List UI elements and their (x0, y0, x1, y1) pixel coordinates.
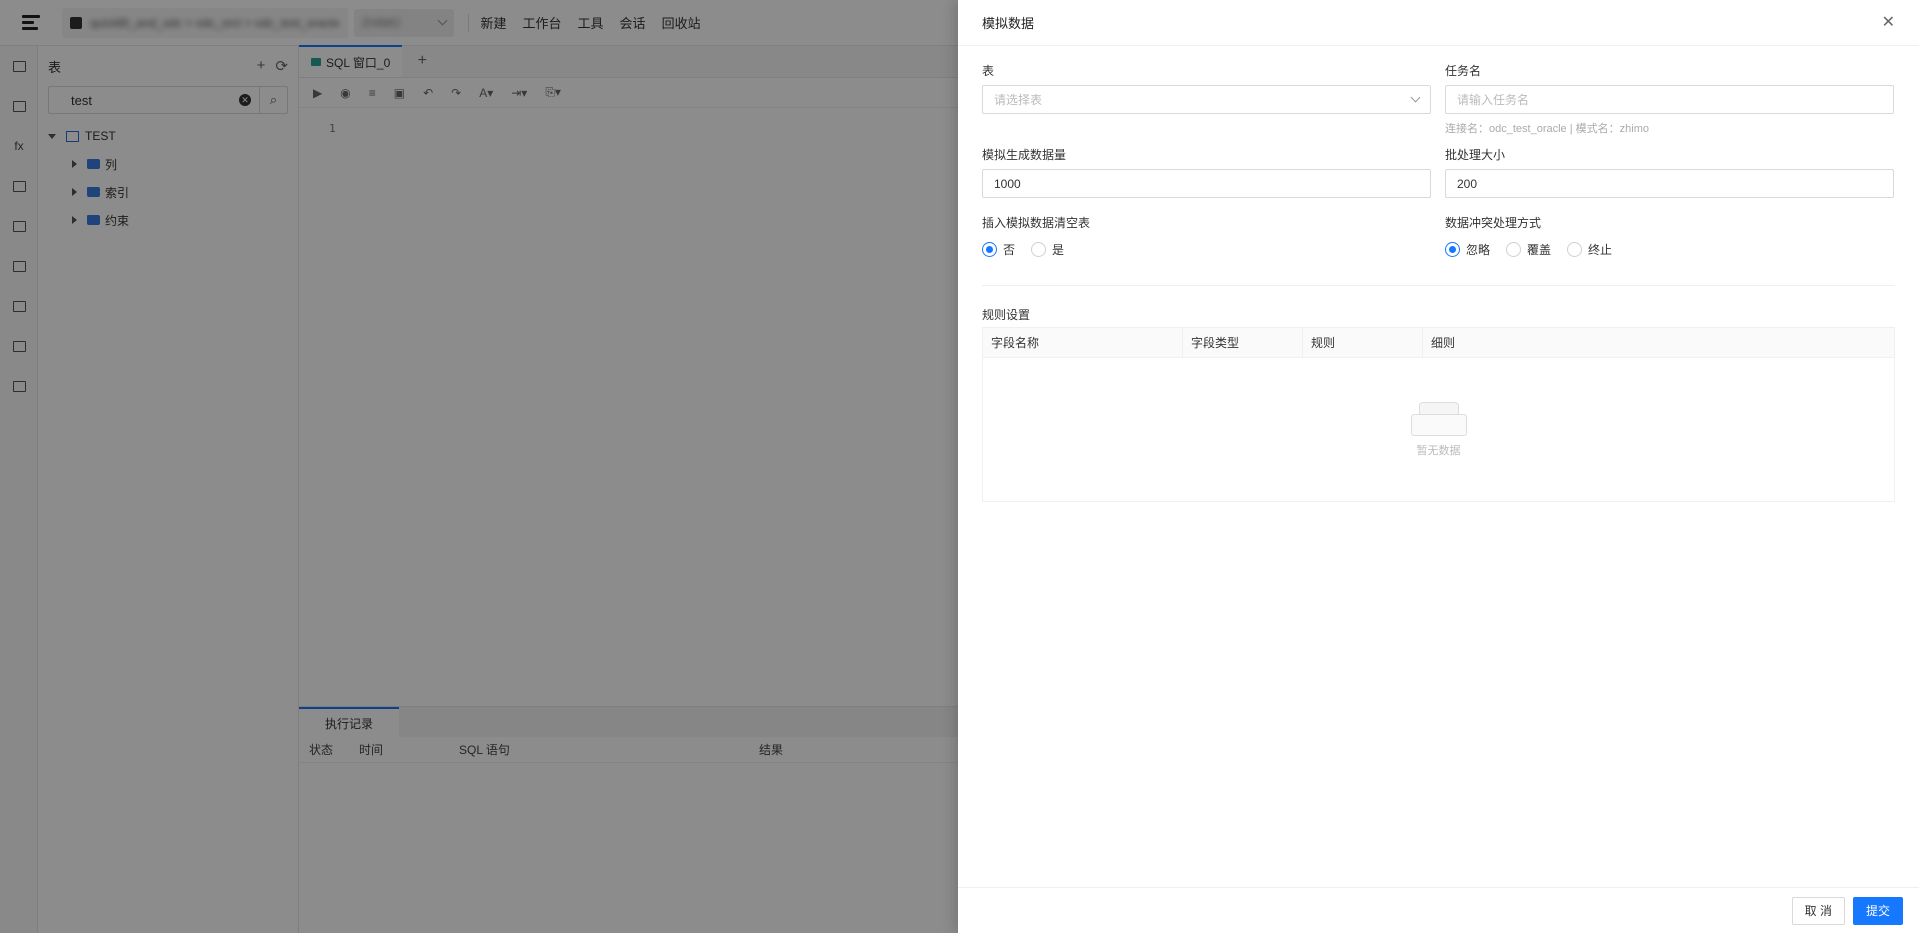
conflict-radio-group: 忽略 覆盖 终止 (1445, 237, 1894, 261)
radio-unchecked-icon (1031, 241, 1047, 257)
radio-checked-icon (982, 241, 997, 257)
drawer-body: 表 请选择表 任务名 请输入任务名 连接名：odc_test_oracle | … (982, 46, 1895, 502)
mock-data-drawer: 模拟数据 ✕ 表 请选择表 任务名 请输入任务名 连接名：odc_test_or… (958, 0, 1919, 933)
col-field-type: 字段类型 (1183, 328, 1303, 357)
col-field-name: 字段名称 (983, 328, 1183, 357)
count-value: 1000 (994, 176, 1021, 191)
divider (982, 285, 1895, 286)
close-icon[interactable]: ✕ (1882, 14, 1895, 31)
conflict-label: 数据冲突处理方式 (1445, 216, 1542, 230)
task-name-placeholder: 请输入任务名 (1457, 93, 1530, 107)
rules-empty-state: 暂无数据 (983, 358, 1894, 501)
rules-title: 规则设置 (982, 308, 1031, 322)
clear-table-label: 插入模拟数据清空表 (982, 216, 1091, 230)
task-name-label: 任务名 (1445, 64, 1482, 78)
radio-clear-yes[interactable]: 是 (1031, 241, 1064, 258)
radio-unchecked-icon (1506, 241, 1522, 257)
radio-label: 忽略 (1466, 242, 1491, 257)
radio-unchecked-icon (1567, 241, 1583, 257)
chevron-down-icon (1410, 92, 1421, 103)
table-select[interactable]: 请选择表 (982, 85, 1431, 114)
submit-button[interactable]: 提交 (1852, 896, 1903, 925)
count-input[interactable]: 1000 (982, 169, 1431, 198)
batch-size-value: 200 (1457, 176, 1478, 191)
rules-table-header: 字段名称 字段类型 规则 细则 (983, 328, 1894, 358)
radio-label: 否 (1003, 242, 1016, 257)
radio-label: 终止 (1588, 242, 1613, 257)
radio-conflict-overwrite[interactable]: 覆盖 (1506, 241, 1551, 258)
empty-text: 暂无数据 (1416, 444, 1461, 457)
empty-inbox-icon (1410, 401, 1467, 436)
drawer-title: 模拟数据 (982, 16, 1035, 31)
table-select-placeholder: 请选择表 (994, 93, 1043, 107)
drawer-footer: 取 消 提交 (958, 887, 1919, 933)
table-label: 表 (982, 64, 995, 78)
radio-conflict-ignore[interactable]: 忽略 (1445, 241, 1490, 258)
batch-size-label: 批处理大小 (1445, 148, 1506, 162)
radio-checked-icon (1445, 241, 1460, 257)
col-rule: 规则 (1303, 328, 1423, 357)
radio-label: 覆盖 (1527, 242, 1552, 257)
drawer-header: 模拟数据 ✕ (958, 0, 1919, 46)
clear-table-radio-group: 否 是 (982, 237, 1431, 261)
cancel-button[interactable]: 取 消 (1791, 896, 1845, 925)
batch-size-input[interactable]: 200 (1445, 169, 1894, 198)
col-rule-detail: 细则 (1431, 336, 1456, 350)
task-name-input[interactable]: 请输入任务名 (1445, 85, 1894, 114)
radio-label: 是 (1052, 242, 1065, 257)
radio-clear-no[interactable]: 否 (982, 241, 1015, 258)
radio-conflict-abort[interactable]: 终止 (1567, 241, 1612, 258)
count-label: 模拟生成数据量 (982, 148, 1067, 162)
rules-table: 字段名称 字段类型 规则 细则 暂无数据 (982, 327, 1895, 502)
